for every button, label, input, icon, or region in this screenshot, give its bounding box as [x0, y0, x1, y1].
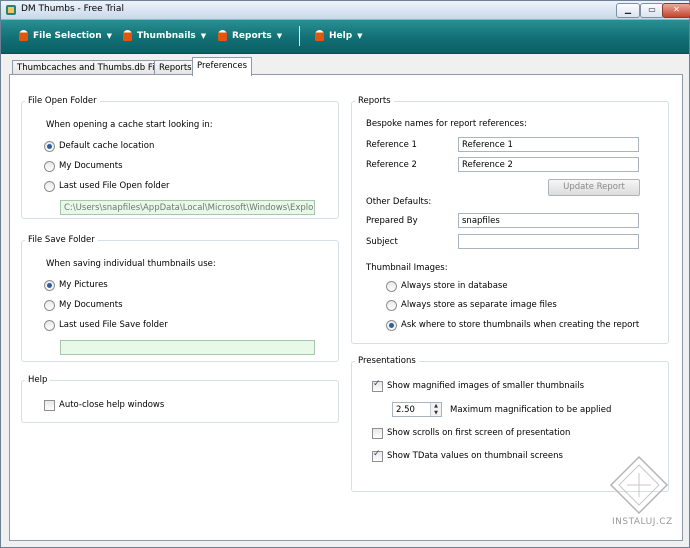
reference-1-label: Reference 1	[366, 140, 417, 150]
show-scrolls-label: Show scrolls on first screen of presenta…	[387, 428, 571, 438]
radio-ask-where-to-store-label: Ask where to store thumbnails when creat…	[401, 320, 640, 330]
radio-my-pictures-label: My Pictures	[59, 280, 108, 290]
show-tdata-label: Show TData values on thumbnail screens	[387, 451, 563, 461]
thumbnail-images-label: Thumbnail Images:	[366, 263, 448, 273]
menu-separator	[299, 26, 300, 46]
chevron-down-icon: ▼	[434, 410, 438, 416]
file-save-path-field[interactable]	[60, 340, 315, 355]
magnification-stepper[interactable]: 2.50 ▲ ▼	[392, 402, 442, 417]
radio-ask-where-to-store[interactable]	[386, 320, 397, 331]
tab-reports[interactable]: Reports	[154, 60, 197, 75]
reports-group: Reports Bespoke names for report referen…	[351, 96, 669, 344]
chevron-down-icon: ▼	[357, 32, 363, 40]
file-selection-icon	[19, 30, 28, 41]
prepared-by-input[interactable]: snapfiles	[458, 213, 639, 228]
thumbnails-icon	[123, 30, 132, 41]
radio-open-my-documents[interactable]	[44, 161, 55, 172]
tab-preferences[interactable]: Preferences	[192, 57, 252, 76]
file-save-legend: File Save Folder	[28, 235, 95, 245]
radio-open-my-documents-label: My Documents	[59, 161, 123, 171]
radio-save-my-documents-label: My Documents	[59, 300, 123, 310]
menu-thumbnails-label: Thumbnails	[137, 31, 196, 41]
bespoke-names-label: Bespoke names for report references:	[366, 119, 527, 129]
show-scrolls-checkbox[interactable]	[372, 428, 383, 439]
stepper-arrows[interactable]: ▲ ▼	[430, 403, 441, 416]
app-window: DM Thumbs - Free Trial ▁ ▭ ✕ File Select…	[0, 0, 690, 548]
minimize-icon: ▁	[624, 5, 632, 14]
autoclose-help-label: Auto-close help windows	[59, 400, 165, 410]
radio-my-pictures[interactable]	[44, 280, 55, 291]
radio-last-save-folder[interactable]	[44, 320, 55, 331]
menu-help-label: Help	[329, 31, 353, 41]
help-icon	[315, 30, 324, 41]
menu-file-selection-label: File Selection	[33, 31, 102, 41]
menu-reports[interactable]: Reports ▼	[218, 28, 282, 44]
file-open-legend: File Open Folder	[28, 96, 97, 106]
presentations-legend: Presentations	[358, 356, 416, 366]
subject-label: Subject	[366, 237, 398, 247]
radio-default-cache[interactable]	[44, 141, 55, 152]
file-open-prompt: When opening a cache start looking in:	[46, 120, 213, 130]
radio-store-separate-files[interactable]	[386, 300, 397, 311]
magnification-value: 2.50	[396, 405, 415, 415]
menu-reports-label: Reports	[232, 31, 272, 41]
reports-icon	[218, 30, 227, 41]
watermark-logo	[609, 455, 669, 515]
maximize-icon: ▭	[648, 5, 656, 14]
radio-store-in-database-label: Always store in database	[401, 281, 508, 291]
close-button[interactable]: ✕	[662, 3, 690, 18]
prepared-by-label: Prepared By	[366, 216, 418, 226]
reference-1-input[interactable]: Reference 1	[458, 137, 639, 152]
radio-last-save-folder-label: Last used File Save folder	[59, 320, 168, 330]
other-defaults-label: Other Defaults:	[366, 197, 432, 207]
update-report-button[interactable]: Update Report	[548, 179, 640, 196]
show-magnified-label: Show magnified images of smaller thumbna…	[387, 381, 585, 391]
radio-default-cache-label: Default cache location	[59, 141, 155, 151]
chevron-down-icon: ▼	[106, 32, 113, 40]
reports-legend: Reports	[358, 96, 391, 106]
autoclose-help-checkbox[interactable]	[44, 400, 55, 411]
menu-thumbnails[interactable]: Thumbnails ▼	[123, 28, 206, 44]
show-tdata-checkbox[interactable]	[372, 449, 383, 462]
reference-2-input[interactable]: Reference 2	[458, 157, 639, 172]
menu-help[interactable]: Help ▼	[315, 28, 363, 44]
radio-save-my-documents[interactable]	[44, 300, 55, 311]
maximize-button[interactable]: ▭	[640, 3, 664, 18]
reference-2-label: Reference 2	[366, 160, 417, 170]
radio-last-open-folder-label: Last used File Open folder	[59, 181, 170, 191]
menu-file-selection[interactable]: File Selection ▼	[19, 28, 112, 44]
radio-last-open-folder[interactable]	[44, 181, 55, 192]
preferences-panel: File Open Folder When opening a cache st…	[9, 74, 683, 541]
close-icon: ✕	[673, 5, 680, 14]
subject-input[interactable]	[458, 234, 639, 249]
file-open-path-field[interactable]: C:\Users\snapfiles\AppData\Local\Microso…	[60, 200, 315, 215]
chevron-down-icon: ▼	[200, 32, 207, 40]
app-icon	[6, 5, 16, 15]
watermark-text: INSTALUJ.CZ	[612, 517, 673, 527]
tab-thumbcaches[interactable]: Thumbcaches and Thumbs.db Files	[12, 60, 172, 75]
magnification-label: Maximum magnification to be applied	[450, 405, 612, 415]
show-magnified-checkbox[interactable]	[372, 379, 383, 392]
file-save-folder-group: File Save Folder When saving individual …	[21, 235, 339, 362]
radio-store-in-database[interactable]	[386, 281, 397, 292]
title-bar: DM Thumbs - Free Trial ▁ ▭ ✕	[1, 1, 690, 20]
help-group: Help Auto-close help windows	[21, 375, 339, 423]
help-legend: Help	[28, 375, 48, 385]
menu-bar: File Selection ▼ Thumbnails ▼ Reports ▼ Hel…	[1, 20, 689, 54]
window-title: DM Thumbs - Free Trial	[21, 4, 124, 14]
chevron-up-icon: ▲	[434, 403, 438, 409]
radio-store-separate-files-label: Always store as separate image files	[401, 300, 557, 310]
file-open-folder-group: File Open Folder When opening a cache st…	[21, 96, 339, 219]
chevron-down-icon: ▼	[276, 32, 283, 40]
minimize-button[interactable]: ▁	[616, 3, 640, 18]
file-save-prompt: When saving individual thumbnails use:	[46, 259, 216, 269]
